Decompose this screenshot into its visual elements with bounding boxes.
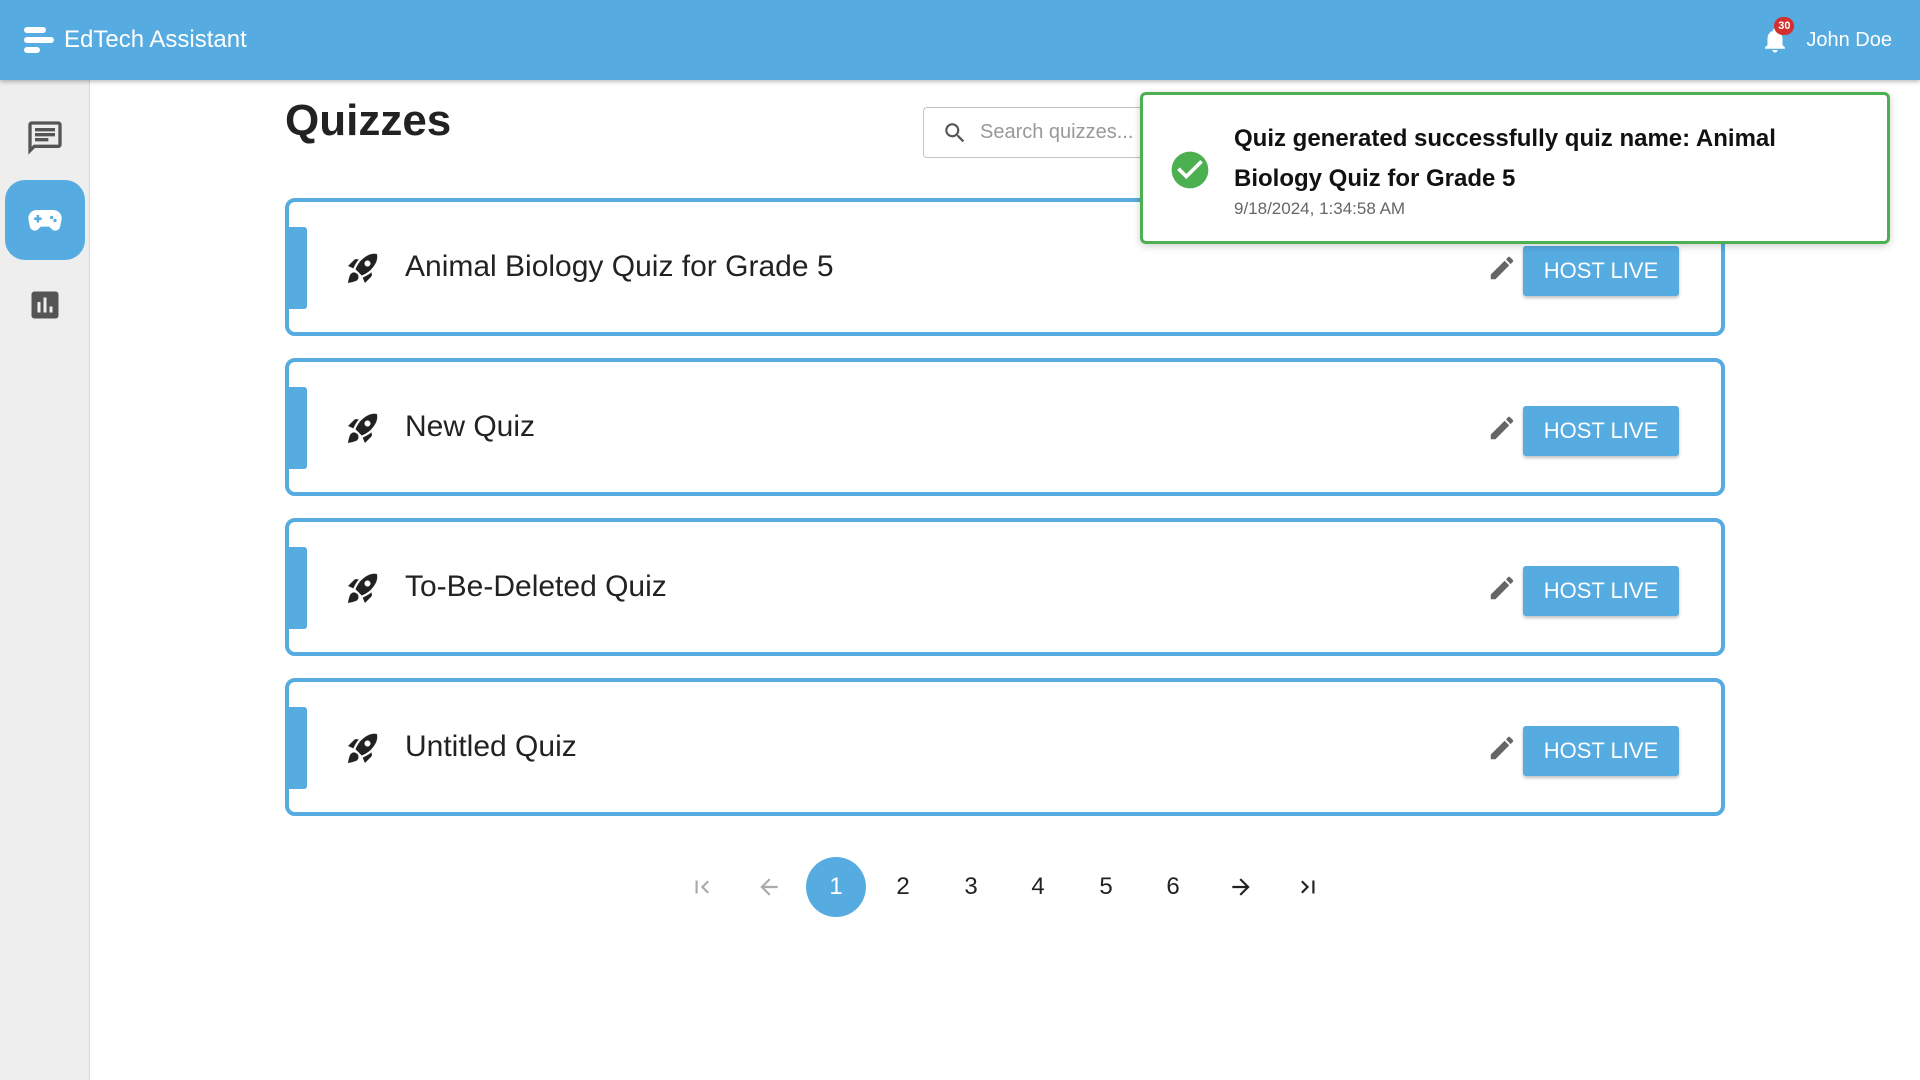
edit-icon[interactable] bbox=[1487, 253, 1517, 283]
edit-icon[interactable] bbox=[1487, 573, 1517, 603]
page-title: Quizzes bbox=[285, 96, 452, 145]
rocket-icon bbox=[348, 573, 378, 603]
quiz-name[interactable]: To-Be-Deleted Quiz bbox=[405, 570, 667, 604]
user-name[interactable]: John Doe bbox=[1806, 29, 1892, 52]
quiz-name[interactable]: New Quiz bbox=[405, 410, 535, 444]
previous-page-button[interactable] bbox=[739, 857, 799, 917]
rocket-icon bbox=[348, 413, 378, 443]
app-logo-icon bbox=[24, 25, 54, 55]
notifications-button[interactable]: 30 bbox=[1760, 17, 1795, 55]
quiz-card-accent bbox=[289, 387, 307, 469]
arrow-left-icon bbox=[760, 878, 778, 896]
user-area: 30 John Doe bbox=[1760, 0, 1892, 80]
quiz-card[interactable]: New Quiz HOST LIVE bbox=[285, 358, 1725, 496]
host-live-button[interactable]: HOST LIVE bbox=[1523, 726, 1679, 776]
host-live-button[interactable]: HOST LIVE bbox=[1523, 566, 1679, 616]
page-button-4[interactable]: 4 bbox=[1008, 857, 1068, 917]
sidebar bbox=[0, 80, 90, 1080]
notification-badge: 30 bbox=[1774, 17, 1795, 35]
quiz-card[interactable]: Untitled Quiz HOST LIVE bbox=[285, 678, 1725, 816]
success-toast[interactable]: Quiz generated successfully quiz name: A… bbox=[1140, 92, 1890, 244]
page-button-1[interactable]: 1 bbox=[806, 857, 866, 917]
page-button-5[interactable]: 5 bbox=[1076, 857, 1136, 917]
sidebar-item-chat[interactable] bbox=[5, 98, 85, 178]
edit-icon[interactable] bbox=[1487, 733, 1517, 763]
bar-chart-icon bbox=[31, 291, 59, 319]
sidebar-item-analytics[interactable] bbox=[5, 265, 85, 345]
arrow-right-icon bbox=[1232, 878, 1250, 896]
next-page-button[interactable] bbox=[1211, 857, 1271, 917]
first-page-button[interactable] bbox=[672, 857, 732, 917]
page-button-3[interactable]: 3 bbox=[941, 857, 1001, 917]
quiz-name[interactable]: Untitled Quiz bbox=[405, 730, 577, 764]
brand[interactable]: EdTech Assistant bbox=[24, 25, 247, 55]
quiz-card[interactable]: To-Be-Deleted Quiz HOST LIVE bbox=[285, 518, 1725, 656]
check-circle-icon bbox=[1171, 151, 1209, 189]
toast-timestamp: 9/18/2024, 1:34:58 AM bbox=[1234, 199, 1406, 218]
host-live-button[interactable]: HOST LIVE bbox=[1523, 246, 1679, 296]
app-title: EdTech Assistant bbox=[64, 26, 247, 53]
rocket-icon bbox=[348, 733, 378, 763]
last-page-button[interactable] bbox=[1278, 857, 1338, 917]
edit-icon[interactable] bbox=[1487, 413, 1517, 443]
chat-icon bbox=[28, 121, 62, 155]
last-page-icon bbox=[1301, 880, 1315, 894]
search-icon bbox=[945, 122, 965, 142]
quiz-card-accent bbox=[289, 547, 307, 629]
first-page-icon bbox=[695, 880, 709, 894]
quiz-card-accent bbox=[289, 227, 307, 309]
top-bar: EdTech Assistant 30 John Doe bbox=[0, 0, 1920, 80]
quiz-card-accent bbox=[289, 707, 307, 789]
page-button-2[interactable]: 2 bbox=[873, 857, 933, 917]
host-live-button[interactable]: HOST LIVE bbox=[1523, 406, 1679, 456]
sidebar-item-quizzes[interactable] bbox=[5, 180, 85, 260]
rocket-icon bbox=[348, 253, 378, 283]
quiz-list: Animal Biology Quiz for Grade 5 HOST LIV… bbox=[285, 198, 1725, 838]
gamepad-icon bbox=[28, 210, 62, 231]
page-button-6[interactable]: 6 bbox=[1143, 857, 1203, 917]
toast-message: Quiz generated successfully quiz name: A… bbox=[1234, 125, 1776, 192]
pagination: 1 2 3 4 5 6 bbox=[0, 857, 1920, 917]
quiz-name[interactable]: Animal Biology Quiz for Grade 5 bbox=[405, 250, 834, 284]
